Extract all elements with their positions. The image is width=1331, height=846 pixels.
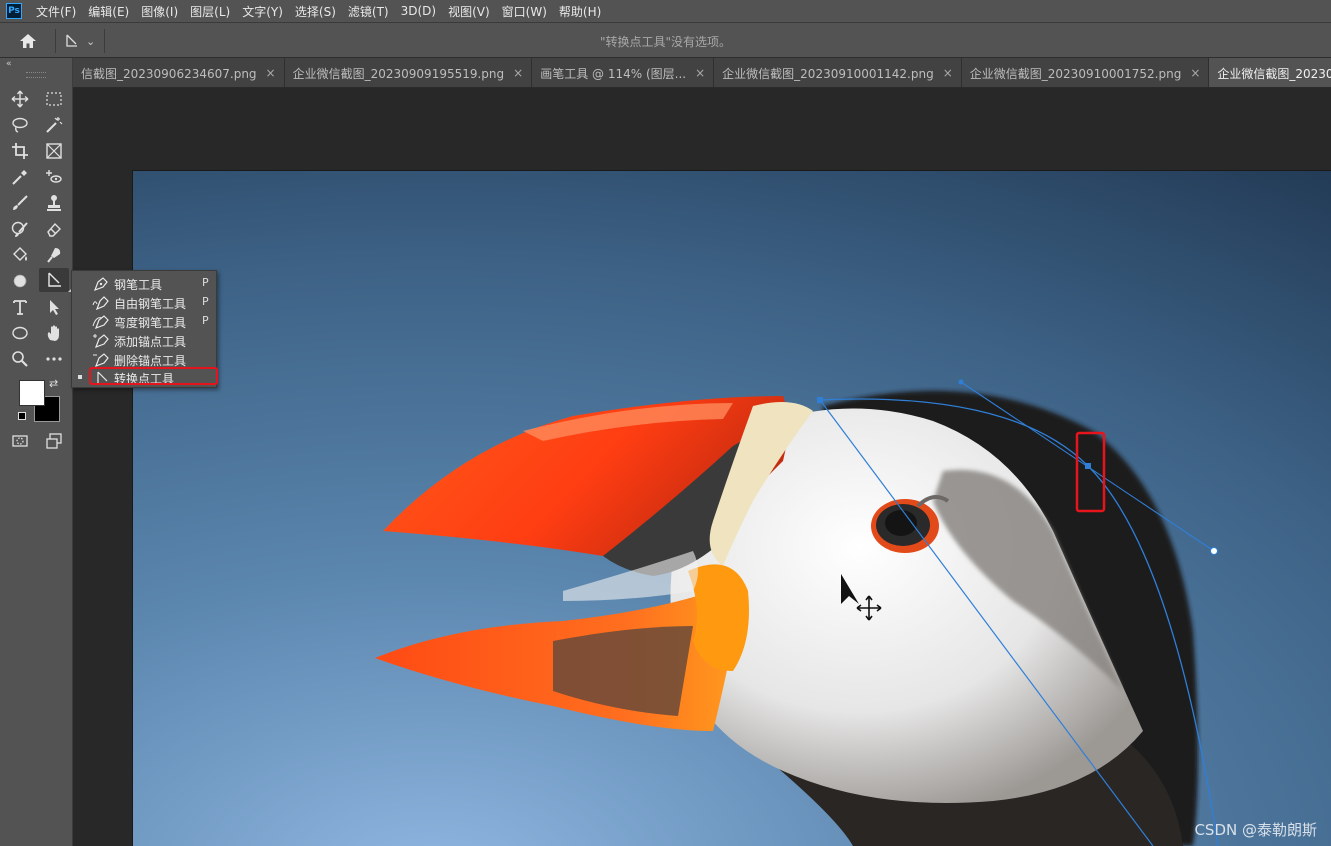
history-brush-icon[interactable] (8, 218, 32, 240)
anchor-point-selected[interactable] (1085, 463, 1091, 469)
shortcut-key: P (202, 295, 209, 308)
rectangular-marquee-icon[interactable] (42, 88, 66, 110)
more-tools-icon[interactable] (42, 348, 66, 370)
pen-icon (93, 277, 108, 292)
menu-file[interactable]: 文件(F) (30, 3, 82, 20)
tab-label: 企业微信截图_20230909195519.png (292, 66, 505, 81)
shortcut-key: P (202, 314, 209, 327)
tab-document-5[interactable]: 企业微信截图_20230910001752.png × (962, 58, 1210, 87)
smudge-icon[interactable] (42, 244, 66, 266)
spot-healing-icon[interactable] (42, 166, 66, 188)
close-icon[interactable]: × (513, 66, 523, 80)
close-icon[interactable]: × (695, 66, 705, 80)
default-colors-icon[interactable] (18, 412, 26, 420)
direction-handle[interactable] (1210, 547, 1218, 555)
flyout-label: 添加锚点工具 (114, 335, 187, 349)
eyedropper-icon[interactable] (8, 166, 32, 188)
tab-label: 信截图_20230906234607.png (81, 66, 257, 81)
close-icon[interactable]: × (266, 66, 276, 80)
selected-bullet-icon (78, 375, 82, 379)
swap-colors-icon[interactable]: ⇄ (49, 377, 58, 390)
document-canvas[interactable] (133, 171, 1331, 846)
freeform-pen-icon (92, 296, 109, 311)
foreground-color-swatch[interactable] (19, 380, 45, 406)
close-icon[interactable]: × (1190, 66, 1200, 80)
direction-handle[interactable] (958, 379, 964, 385)
flyout-item-add-anchor[interactable]: 添加锚点工具 (72, 331, 216, 350)
path-overlay[interactable] (133, 171, 1331, 846)
menu-select[interactable]: 选择(S) (289, 3, 342, 20)
watermark: CSDN @泰勒朗斯 (1194, 821, 1317, 839)
flyout-item-freeform-pen[interactable]: 自由钢笔工具 P (72, 293, 216, 312)
tab-label: 企业微信截图_20230910104428.png @ (1217, 66, 1331, 81)
type-icon[interactable] (8, 296, 32, 318)
zoom-icon[interactable] (8, 348, 32, 370)
menu-type[interactable]: 文字(Y) (236, 3, 289, 20)
curvature-pen-icon (92, 315, 109, 330)
menu-layer[interactable]: 图层(L) (184, 3, 236, 20)
add-anchor-point-icon (93, 334, 109, 349)
screen-mode-icon[interactable] (42, 430, 66, 452)
path-selection-icon[interactable] (42, 296, 66, 318)
flyout-label: 钢笔工具 (114, 278, 163, 292)
tab-label: 企业微信截图_20230910001142.png (722, 66, 934, 81)
eraser-icon[interactable] (42, 218, 66, 240)
document-tabs: 信截图_20230906234607.png × 企业微信截图_202309091… (73, 58, 1331, 88)
paint-bucket-icon[interactable] (8, 244, 32, 266)
annotation-highlight-box (1075, 431, 1106, 513)
tab-label: 画笔工具 @ 114% (图层... (540, 66, 687, 81)
menu-image[interactable]: 图像(I) (135, 3, 184, 20)
clone-stamp-icon[interactable] (42, 192, 66, 214)
ellipse-icon[interactable] (8, 322, 32, 344)
curve-path[interactable] (819, 398, 1219, 846)
flyout-label: 自由钢笔工具 (114, 297, 187, 311)
menu-bar: Ps 文件(F) 编辑(E) 图像(I) 图层(L) 文字(Y) 选择(S) 滤… (0, 0, 1331, 22)
hand-icon[interactable] (42, 322, 66, 344)
tab-document-3[interactable]: 画笔工具 @ 114% (图层... × (532, 58, 715, 87)
quick-mask-icon[interactable] (8, 430, 32, 452)
close-icon[interactable]: × (943, 66, 953, 80)
menu-help[interactable]: 帮助(H) (553, 3, 607, 20)
move-cursor-icon (856, 595, 882, 621)
tools-panel: « ⇄ (0, 58, 73, 846)
anchor-point[interactable] (817, 397, 823, 403)
menu-view[interactable]: 视图(V) (442, 3, 496, 20)
menu-3d[interactable]: 3D(D) (395, 4, 442, 18)
magic-wand-icon[interactable] (42, 114, 66, 136)
flyout-item-pen[interactable]: 钢笔工具 P (72, 274, 216, 293)
menu-edit[interactable]: 编辑(E) (82, 3, 135, 20)
flyout-label: 弯度钢笔工具 (114, 316, 187, 330)
crop-icon[interactable] (8, 140, 32, 162)
tab-document-2[interactable]: 企业微信截图_20230909195519.png × (285, 58, 533, 87)
menu-window[interactable]: 窗口(W) (496, 3, 553, 20)
options-bar: ⌄ "转换点工具"没有选项。 (0, 22, 1331, 58)
shortcut-key: P (202, 276, 209, 289)
tab-document-4[interactable]: 企业微信截图_20230910001142.png × (714, 58, 962, 87)
lasso-icon[interactable] (8, 114, 32, 136)
delete-anchor-point-icon (93, 353, 109, 368)
panel-grip[interactable] (26, 72, 46, 78)
options-hint-text: "转换点工具"没有选项。 (599, 35, 732, 49)
document-workspace[interactable]: CSDN @泰勒朗斯 (73, 88, 1331, 846)
menu-filter[interactable]: 滤镜(T) (342, 3, 395, 20)
dodge-icon[interactable] (8, 270, 32, 292)
brush-icon[interactable] (8, 192, 32, 214)
annotation-highlight-box (89, 367, 218, 385)
tab-document-6-active[interactable]: 企业微信截图_20230910104428.png @ (1209, 58, 1331, 87)
cursor-arrow-icon (841, 574, 859, 604)
convert-point-tool-icon[interactable] (39, 268, 71, 292)
move-tool-icon[interactable] (8, 88, 32, 110)
tab-document-1[interactable]: 信截图_20230906234607.png × (73, 58, 285, 87)
flyout-item-curvature-pen[interactable]: 弯度钢笔工具 P (72, 312, 216, 331)
collapse-panel-icon[interactable]: « (6, 59, 12, 69)
photoshop-logo[interactable]: Ps (6, 3, 22, 19)
frame-icon[interactable] (42, 140, 66, 162)
tab-label: 企业微信截图_20230910001752.png (969, 66, 1182, 81)
